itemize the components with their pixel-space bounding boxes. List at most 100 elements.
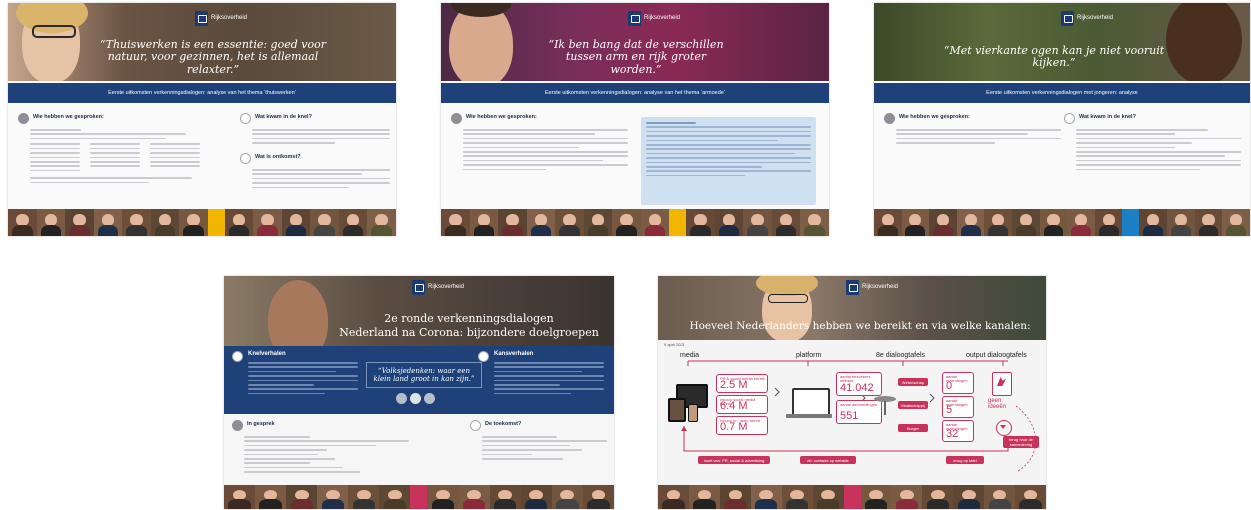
speech-bubbles [396, 393, 442, 404]
cloud-icon [240, 113, 251, 124]
rijksoverheid-logo [1061, 11, 1074, 26]
hero-title-line1: 2e ronde verkenningsdialogen [384, 312, 554, 325]
text-lines [252, 169, 390, 191]
portrait-hair [1166, 3, 1242, 81]
brand-label: Rijksoverheid [644, 15, 681, 21]
laptop-icon [786, 388, 832, 422]
pill-wetenschap: Wetenschap [898, 378, 928, 386]
column-dialoogtafels: 8e dialoogtafels [876, 352, 926, 359]
hero-quote: “Met vierkante ogen kan je niet vooruit … [943, 44, 1165, 70]
ideas-label: geen ideeën [988, 398, 1007, 410]
section-title: Wat kwam in de knel? [1079, 114, 1136, 120]
stat-output-1: aantal inzendingen 0 [942, 372, 974, 394]
section-title: Wie hebben we gesproken: [466, 114, 537, 120]
content-area: Wie hebben we gesproken: [441, 107, 829, 207]
title-band: Eerste uitkomsten verkenningsdialogen: a… [441, 83, 829, 103]
brand-label: Rijksoverheid [211, 15, 248, 21]
yellow-badge [207, 209, 225, 236]
pill-terug-samenleving: terug naar de samenleving [1003, 436, 1039, 448]
blue-badge [1122, 209, 1140, 236]
stat-pr-social: PR & social media bereik 2.5 M [716, 374, 768, 393]
pink-badge [843, 485, 861, 509]
people-icon [232, 420, 243, 431]
photo-strip [874, 209, 1250, 236]
hero-title-line2: Nederland na Corona: bijzondere doelgroe… [339, 326, 599, 339]
title-band: Eerste uitkomsten verkenningsdialogen: a… [8, 83, 396, 103]
photo-strip [441, 209, 829, 236]
cloud-icon [240, 153, 251, 164]
pill-pr-advertising: Inzet van: PR, social & advertising [698, 456, 770, 464]
stat-output-3: aantal inzendingen 32 [942, 420, 974, 442]
pill-burger: Burger [898, 424, 928, 432]
section-title: Wie hebben we gesproken: [899, 114, 970, 120]
column-output: output dialoogtafels [966, 352, 1027, 359]
phone-icon [688, 404, 698, 422]
slide-armoede: Rijksoverheid “Ik ben bang dat de versch… [441, 3, 829, 236]
content-area: Wie hebben we gesproken: Wat kwam in de … [8, 107, 396, 207]
hero-image: Rijksoverheid “Ik ben bang dat de versch… [441, 3, 829, 81]
text-lines [463, 129, 628, 173]
center-quote: “Volksjedenken: waar een klein land groo… [366, 362, 482, 388]
brand-label: Rijksoverheid [428, 284, 465, 290]
pill-contacts-website: dit: contacts op website [800, 456, 856, 464]
media-devices [668, 384, 708, 424]
pill-maatschappij: Maatschappij [898, 401, 928, 409]
photo-strip [658, 485, 1046, 509]
text-lines [244, 436, 409, 476]
text-lines [1076, 129, 1241, 173]
section-title: Wat kwam in de knel? [255, 114, 312, 120]
download-icon [996, 420, 1012, 436]
hero-quote: “Thuiswerken is een essentie: goed voor … [100, 38, 326, 76]
section-title: In gesprek [247, 421, 275, 427]
people-icon [18, 113, 29, 124]
slide-bereik-infographic: Rijksoverheid Hoeveel Nederlanders hebbe… [658, 276, 1046, 509]
slide-doelgroepen: Rijksoverheid 2e ronde verkenningsdialog… [224, 276, 614, 509]
section-title: Wat is ontkomst? [255, 154, 301, 160]
section-title: De toekomst? [485, 421, 522, 427]
title-band: Eerste uitkomsten verkenningsdialogen me… [874, 83, 1250, 103]
slide-jongeren: Rijksoverheid “Met vierkante ogen kan je… [874, 3, 1250, 236]
content-area: Wie hebben we gesproken: Wat kwam in de … [874, 107, 1250, 207]
text-lines [494, 362, 604, 397]
rijksoverheid-logo [195, 11, 208, 26]
photo-strip [224, 485, 614, 509]
stat-inkoop-social: Inkoop social media bereik 6.4 M [716, 395, 768, 414]
section-title: Wie hebben we gesproken: [33, 114, 104, 120]
stat-bezoekers: aantal bezoekers website 41.042 [836, 372, 882, 396]
stat-output-2: aantal inzendingen 5 [942, 396, 974, 418]
stat-inkoop-tv: Inkoop tv / radio bereik 0.7 M [716, 416, 768, 435]
text-lines [252, 129, 390, 147]
text-lines [482, 436, 607, 462]
column-platform: platform [796, 352, 822, 359]
brand-label: Rijksoverheid [1077, 15, 1114, 21]
hero-image: Rijksoverheid 2e ronde verkenningsdialog… [224, 276, 614, 346]
document-icon [992, 372, 1012, 396]
blue-panel: Knelverhalen “Volksjedenken: waar een kl… [224, 346, 614, 414]
highlight-box [641, 117, 816, 205]
photo-strip [8, 209, 396, 236]
hero-quote: “Ik ben bang dat de verschillen tussen a… [548, 38, 724, 76]
people-icon [451, 113, 462, 124]
kansverhalen-title: Kansverhalen [494, 351, 534, 357]
rijksoverheid-logo [628, 11, 641, 26]
rijksoverheid-logo [412, 280, 425, 295]
text-lines [896, 129, 1061, 147]
hero-image: Rijksoverheid “Thuiswerken is een essent… [8, 3, 396, 81]
pill-terug-op-tafel: terug op tafel [946, 456, 984, 464]
column-media: media [680, 352, 700, 359]
text-lines [30, 129, 200, 186]
cloud-icon [232, 351, 243, 362]
text-lines [248, 362, 358, 397]
cloud-icon [1064, 113, 1075, 124]
table-icon [874, 396, 896, 418]
cloud-icon [470, 420, 481, 431]
hero-image: Rijksoverheid “Met vierkante ogen kan je… [874, 3, 1250, 81]
glasses-icon [32, 25, 76, 38]
pink-badge [410, 485, 428, 509]
cloud-icon [478, 351, 489, 362]
yellow-badge [669, 209, 687, 236]
tablet-icon [668, 398, 686, 422]
slide-thuiswerken: Rijksoverheid “Thuiswerken is een essent… [8, 3, 396, 236]
knelverhalen-title: Knelverhalen [248, 351, 286, 357]
portrait-man [268, 280, 328, 346]
